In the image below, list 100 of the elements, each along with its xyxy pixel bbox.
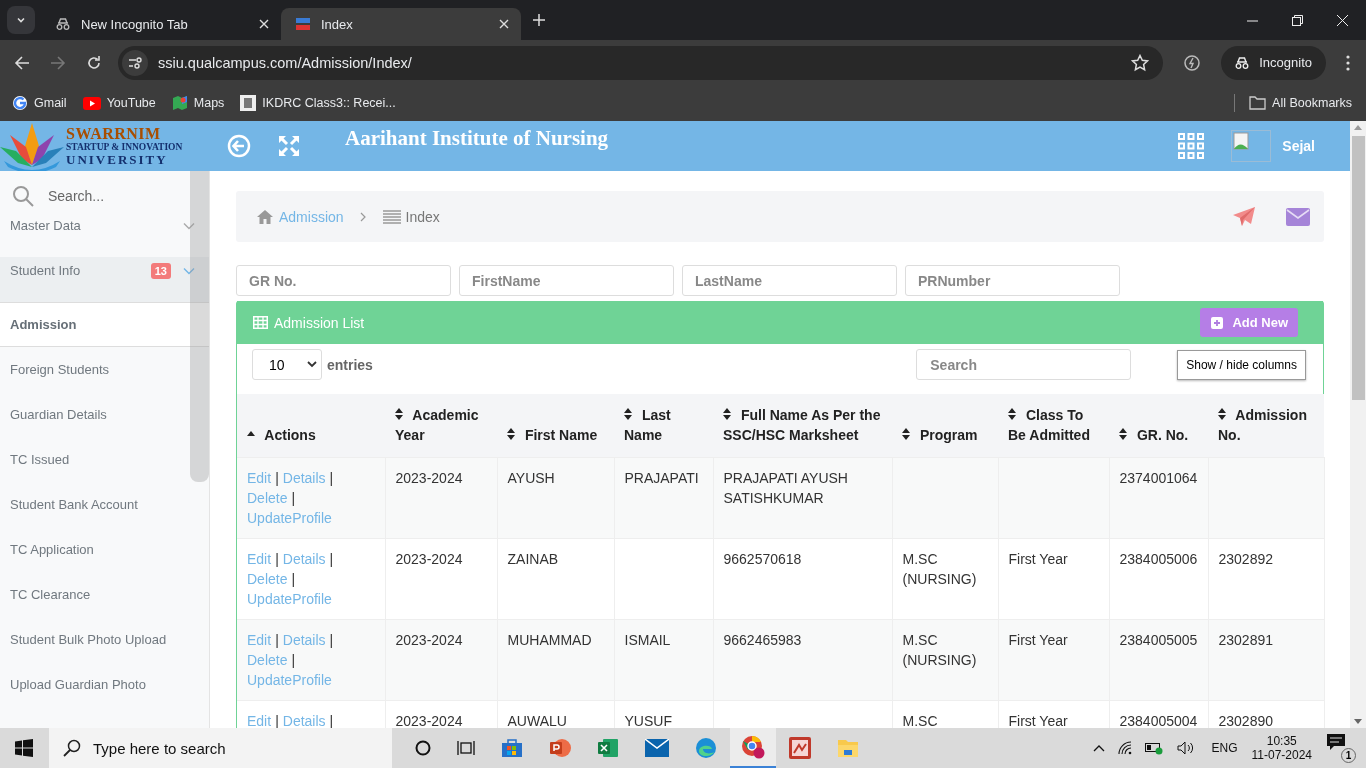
taskbar-search-field[interactable]: Type here to search <box>49 728 392 768</box>
star-icon[interactable] <box>1131 53 1150 72</box>
store-icon[interactable] <box>501 738 523 758</box>
menu-icon[interactable] <box>1346 54 1350 71</box>
sort-icon[interactable] <box>395 408 403 420</box>
sort-icon[interactable] <box>902 428 910 440</box>
bookmark[interactable]: Gmail <box>12 95 67 111</box>
column-header[interactable]: First Name <box>497 394 614 458</box>
broken-image-icon[interactable] <box>1231 130 1272 162</box>
mail-icon[interactable] <box>645 739 669 757</box>
table-cell: First Year <box>1008 551 1068 567</box>
sidebar-search-field[interactable]: Search... <box>48 186 168 206</box>
volume-icon[interactable] <box>1177 741 1196 755</box>
table-search-field[interactable]: Search <box>916 349 1132 380</box>
emblem-icon <box>240 95 257 111</box>
bookmark[interactable]: YouTube <box>82 96 156 110</box>
language-indicator[interactable]: ENG <box>1211 741 1238 755</box>
sidebar-item[interactable]: Student Bulk Photo Upload <box>0 617 209 662</box>
presentation-app-icon[interactable] <box>549 738 571 758</box>
close-icon[interactable] <box>1337 14 1348 26</box>
table-cell: First Year <box>1008 713 1068 728</box>
sort-icon[interactable] <box>1218 408 1226 420</box>
bookmark[interactable]: Maps <box>171 95 225 111</box>
sort-icon[interactable] <box>624 408 632 420</box>
address-bar[interactable]: ssiu.qualcampus.com/Admission/Index/ <box>118 45 1164 80</box>
close-icon[interactable] <box>499 19 509 29</box>
sort-icon[interactable] <box>723 408 731 420</box>
chrome-icon <box>741 735 765 759</box>
show-hide-columns-button[interactable]: Show / hide columns <box>1177 349 1306 380</box>
separator: | <box>329 713 334 728</box>
close-icon[interactable] <box>259 19 269 29</box>
filter-field[interactable]: PRNumber <box>905 265 1120 296</box>
clock[interactable]: 10:35 11-07-2024 <box>1251 734 1312 762</box>
new-tab-icon[interactable] <box>533 14 545 26</box>
sort-icon[interactable] <box>1119 428 1127 440</box>
column-header[interactable]: GR. No. <box>1109 394 1208 458</box>
incognito-button[interactable]: Incognito <box>1221 45 1326 80</box>
all-bookmarks-button[interactable]: All Bookmarks <box>1249 96 1352 110</box>
chevron-up-icon[interactable] <box>1093 744 1106 752</box>
wifi-icon[interactable] <box>1117 741 1134 755</box>
browser-tab[interactable]: Index <box>281 8 521 40</box>
filter-field[interactable]: GR No. <box>236 265 451 296</box>
filter-field[interactable]: FirstName <box>459 265 674 296</box>
table-cell: M.SC (NURSING) <box>902 632 977 668</box>
site-settings-icon[interactable] <box>122 49 148 76</box>
sidebar-item[interactable]: TC Application <box>0 527 209 572</box>
restore-icon[interactable] <box>1292 14 1303 26</box>
scroll-down-icon[interactable] <box>1354 719 1362 724</box>
column-header[interactable]: Program <box>892 394 998 458</box>
filter-field[interactable]: LastName <box>682 265 897 296</box>
column-header[interactable]: Class To Be Admitted <box>998 394 1109 458</box>
page-size-select[interactable]: 10 <box>252 349 322 380</box>
table-cell: 2023-2024 <box>395 713 463 728</box>
sort-icon[interactable] <box>1008 408 1016 420</box>
column-header[interactable]: Last Name <box>614 394 713 458</box>
chevron-down-icon <box>183 267 195 275</box>
sort-icon[interactable] <box>507 428 515 440</box>
folder-icon[interactable] <box>837 738 859 758</box>
taskbar-search-input[interactable]: Type here to search <box>93 737 353 759</box>
column-header[interactable]: Admission No. <box>1208 394 1324 458</box>
chevron-right-icon <box>359 211 367 222</box>
page-scrollbar[interactable] <box>1350 121 1366 728</box>
table-cell: 9662465983 <box>723 632 802 648</box>
paper-plane-icon[interactable] <box>1232 205 1256 228</box>
column-header[interactable]: Actions <box>237 394 385 458</box>
separator: | <box>275 470 279 486</box>
cortana-icon[interactable] <box>415 740 431 756</box>
sidebar-item[interactable]: TC Clearance <box>0 572 209 617</box>
spreadsheet-app-icon[interactable] <box>597 738 619 758</box>
sidebar-item[interactable]: Admission <box>0 302 209 347</box>
task-view-icon[interactable] <box>457 740 475 756</box>
caret-icon <box>307 361 317 368</box>
table-cell: 2302891 <box>1218 632 1273 648</box>
sidebar-item[interactable]: Guardian Details <box>0 392 209 437</box>
column-header[interactable]: Full Name As Per the SSC/HSC Marksheet <box>713 394 892 458</box>
chevron-down-icon <box>183 222 195 230</box>
notifications-button[interactable]: 1 <box>1326 733 1356 763</box>
reload-icon[interactable] <box>86 54 102 71</box>
add-new-button[interactable]: Add New <box>1200 308 1298 337</box>
sidebar-item[interactable]: Upload Guardian Photo <box>0 662 209 707</box>
chrome-window-tab[interactable] <box>730 728 776 768</box>
browser-tab[interactable]: New Incognito Tab <box>41 8 281 40</box>
sidebar-item[interactable]: Master Data <box>0 212 209 257</box>
table-cell: ISMAIL <box>624 632 671 648</box>
separator: | <box>329 470 334 486</box>
sidebar-scrollbar[interactable] <box>190 171 209 482</box>
back-icon[interactable] <box>14 54 30 71</box>
bookmark[interactable]: IKDRC Class3:: Recei... <box>240 95 396 111</box>
sidebar-item[interactable]: TC Issued <box>0 437 209 482</box>
performance-icon[interactable] <box>1183 53 1202 72</box>
sidebar-item[interactable]: Foreign Students <box>0 347 209 392</box>
separator: | <box>291 571 296 587</box>
edge-icon[interactable] <box>695 737 717 759</box>
sidebar-item[interactable]: Student Bank Account <box>0 482 209 527</box>
sidebar-item[interactable]: Student Info 13 <box>0 257 209 302</box>
column-header[interactable]: Academic Year <box>385 394 497 458</box>
pdf-app-icon[interactable] <box>789 737 811 759</box>
envelope-icon[interactable] <box>1286 207 1310 226</box>
start-icon[interactable] <box>15 739 33 757</box>
forward-icon[interactable] <box>50 54 66 71</box>
